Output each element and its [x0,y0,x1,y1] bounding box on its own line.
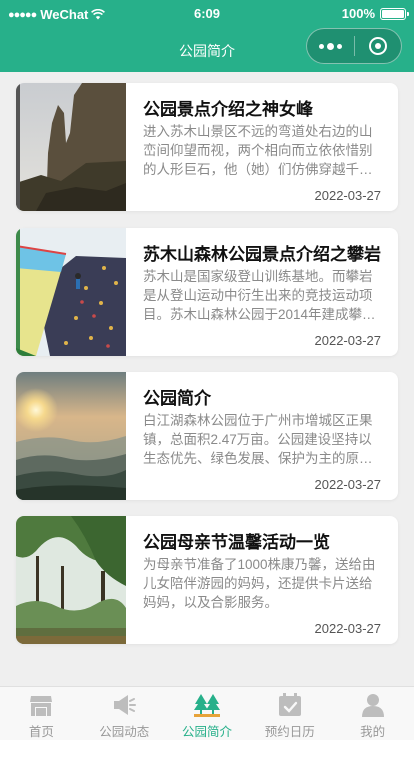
article-summary: 白江湖森林公园位于广州市增城区正果镇，总面积2.47万亩。公园建设坚持以生态优先… [143,413,373,466]
article-title: 公园简介 [143,389,211,408]
article-card[interactable]: 公园简介 白江湖森林公园位于广州市增城区正果镇，总面积2.47万亩。公园建设坚持… [16,372,398,500]
tab-bar: 首页 公园动态 公园简介 预约日历 我的 [0,686,414,740]
close-miniprogram-button[interactable] [355,37,401,55]
battery-indicator: 100% [341,6,409,21]
tab-label: 公园简介 [181,725,232,739]
tab-label: 预约日历 [264,725,315,739]
trees-icon [193,694,220,717]
close-target-icon [369,37,387,55]
user-icon [361,694,384,717]
article-summary: 苏木山是国家级登山训练基地。而攀岩是从登山运动中衍生出来的竞技运动项目。苏木山森… [143,269,376,322]
article-title: 公园景点介绍之神女峰 [143,100,313,119]
tab-home[interactable]: 首页 [0,687,83,740]
sunrise-mountain-image [16,372,126,500]
article-title: 公园母亲节温馨活动一览 [143,533,330,552]
article-summary: 为母亲节准备了1000株康乃馨，送给由儿女陪伴游园的妈妈，还提供卡片送给妈妈，以… [143,557,376,610]
article-card[interactable]: 公园母亲节温馨活动一览 为母亲节准备了1000株康乃馨，送给由儿女陪伴游园的妈妈… [16,516,398,644]
park-trees-image [16,516,126,644]
tab-label: 我的 [360,725,386,739]
tab-booking-calendar[interactable]: 预约日历 [248,687,331,740]
tab-label: 公园动态 [99,725,150,739]
article-card[interactable]: 苏木山森林公园景点介绍之攀岩 苏木山是国家级登山训练基地。而攀岩是从登山运动中衍… [16,228,398,356]
tab-me[interactable]: 我的 [331,687,414,740]
megaphone-icon [114,695,137,715]
more-icon[interactable] [307,42,354,50]
article-summary: 进入苏木山景区不远的弯道处右边的山峦间仰望而视，两个相向而立依依惜别的人形巨石，… [143,124,373,177]
home-indicator-area [0,740,414,757]
article-date: 2022-03-27 [314,188,382,203]
tab-park-intro[interactable]: 公园简介 [166,687,249,740]
tab-news[interactable]: 公园动态 [83,687,166,740]
status-bar: ●●●●● WeChat 6:09 100% [0,0,414,28]
nav-bar: 公园简介 [0,28,414,72]
article-date: 2022-03-27 [314,333,382,348]
miniprogram-capsule [306,28,402,64]
shop-icon [30,696,53,716]
article-date: 2022-03-27 [314,477,382,492]
calendar-icon [278,693,301,716]
article-date: 2022-03-27 [314,621,382,636]
article-title: 苏木山森林公园景点介绍之攀岩 [143,245,381,264]
rock-peak-image [16,83,126,211]
article-card[interactable]: 公园景点介绍之神女峰 进入苏木山景区不远的弯道处右边的山峦间仰望而视，两个相向而… [16,83,398,211]
battery-icon [380,7,409,20]
climbing-wall-image [16,228,126,356]
tab-label: 首页 [28,725,54,739]
battery-percent: 100% [341,6,375,21]
